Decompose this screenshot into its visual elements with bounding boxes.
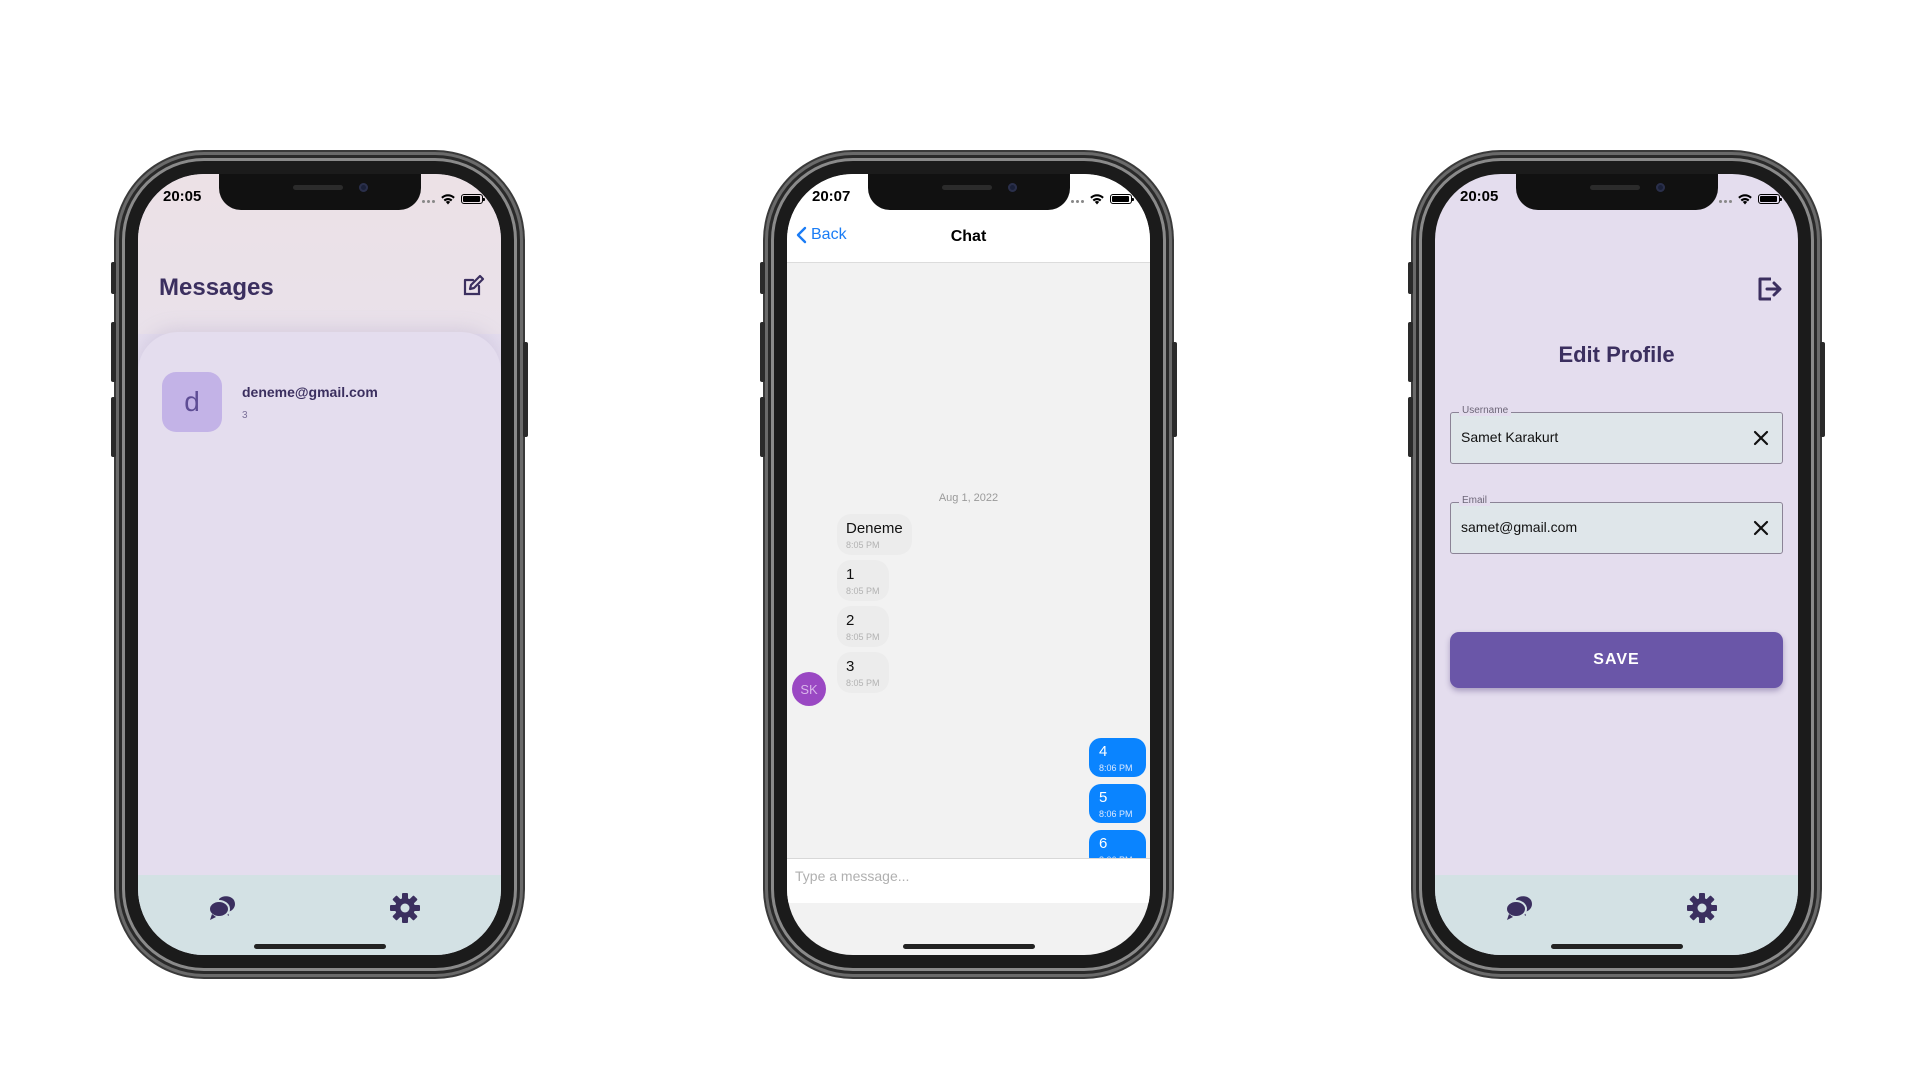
volume-up-button bbox=[1408, 322, 1413, 382]
signal-icon bbox=[420, 190, 435, 208]
tab-bar bbox=[1435, 875, 1798, 955]
wifi-icon bbox=[441, 194, 455, 205]
battery-icon bbox=[461, 194, 485, 204]
status-time: 20:05 bbox=[163, 188, 202, 205]
power-button bbox=[523, 342, 528, 437]
incoming-message[interactable]: 3 8:05 PM bbox=[837, 652, 889, 693]
message-text: 3 bbox=[846, 658, 855, 675]
wifi-icon bbox=[1738, 194, 1752, 205]
mute-switch bbox=[111, 262, 116, 294]
battery-icon bbox=[1758, 194, 1782, 204]
conversation-preview: 3 bbox=[242, 410, 248, 421]
message-text: 6 bbox=[1099, 835, 1108, 852]
mute-switch bbox=[760, 262, 765, 294]
conversation-email: deneme@gmail.com bbox=[242, 384, 378, 400]
volume-down-button bbox=[760, 397, 765, 457]
incoming-message[interactable]: 1 8:05 PM bbox=[837, 560, 889, 601]
field-label: Email bbox=[1459, 495, 1491, 506]
volume-down-button bbox=[1408, 397, 1413, 457]
outgoing-message[interactable]: 5 8:06 PM bbox=[1089, 784, 1146, 823]
outgoing-message[interactable]: 4 8:06 PM bbox=[1089, 738, 1146, 777]
username-input[interactable] bbox=[1461, 429, 1721, 445]
message-input[interactable] bbox=[793, 867, 1097, 885]
message-time: 8:05 PM bbox=[846, 540, 880, 550]
screen: 20:05 Edit Profile Username Email SAVE bbox=[1435, 174, 1798, 955]
logout-icon[interactable] bbox=[1754, 274, 1784, 304]
home-indicator[interactable] bbox=[253, 944, 386, 949]
notch bbox=[218, 174, 421, 210]
close-icon[interactable] bbox=[1752, 519, 1770, 537]
volume-up-button bbox=[111, 322, 116, 382]
incoming-message[interactable]: 2 8:05 PM bbox=[837, 606, 889, 647]
volume-down-button bbox=[111, 397, 116, 457]
page-title: Edit Profile bbox=[1558, 342, 1675, 367]
message-text: 5 bbox=[1099, 789, 1108, 806]
power-button bbox=[1172, 342, 1177, 437]
avatar[interactable]: SK bbox=[792, 672, 826, 706]
power-button bbox=[1820, 342, 1825, 437]
message-text: Deneme bbox=[846, 520, 903, 537]
message-text: 4 bbox=[1099, 743, 1108, 760]
message-time: 8:06 PM bbox=[1099, 809, 1133, 819]
screen: 20:07 Back Chat Aug 1, 2022 Deneme 8:05 … bbox=[787, 174, 1150, 955]
notch bbox=[1515, 174, 1718, 210]
incoming-message[interactable]: Deneme 8:05 PM bbox=[837, 514, 912, 555]
email-input[interactable] bbox=[1461, 519, 1721, 535]
nav-bar: Back Chat bbox=[787, 216, 1150, 263]
message-text: 2 bbox=[846, 612, 855, 629]
phone-chat: 20:07 Back Chat Aug 1, 2022 Deneme 8:05 … bbox=[760, 152, 1177, 977]
status-time: 20:05 bbox=[1460, 188, 1499, 205]
message-time: 8:05 PM bbox=[846, 586, 880, 596]
home-indicator[interactable] bbox=[1550, 944, 1683, 949]
screen: 20:05 Messages d deneme@gmail.com 3 bbox=[138, 174, 501, 955]
tab-bar bbox=[138, 875, 501, 955]
date-separator: Aug 1, 2022 bbox=[938, 492, 999, 504]
message-text: 1 bbox=[846, 566, 855, 583]
compose-icon[interactable] bbox=[461, 274, 485, 298]
field-label: Username bbox=[1459, 405, 1512, 416]
signal-icon bbox=[1717, 190, 1732, 208]
conversation-list: d deneme@gmail.com 3 bbox=[138, 332, 501, 877]
chat-bubbles-icon[interactable] bbox=[206, 891, 240, 925]
email-field: Email bbox=[1450, 495, 1783, 554]
wifi-icon bbox=[1090, 194, 1104, 205]
mute-switch bbox=[1408, 262, 1413, 294]
phone-profile: 20:05 Edit Profile Username Email SAVE bbox=[1408, 152, 1825, 977]
volume-up-button bbox=[760, 322, 765, 382]
list-item[interactable]: d deneme@gmail.com 3 bbox=[162, 372, 491, 432]
signal-icon bbox=[1069, 190, 1084, 208]
message-time: 8:05 PM bbox=[846, 678, 880, 688]
username-field: Username bbox=[1450, 405, 1783, 464]
avatar: d bbox=[162, 372, 222, 432]
gear-icon[interactable] bbox=[388, 891, 422, 925]
save-button[interactable]: SAVE bbox=[1450, 632, 1783, 688]
battery-icon bbox=[1110, 194, 1134, 204]
home-indicator[interactable] bbox=[902, 944, 1035, 949]
page-title: Chat bbox=[950, 228, 987, 245]
message-time: 8:05 PM bbox=[846, 632, 880, 642]
page-title: Messages bbox=[159, 274, 274, 301]
chat-bubbles-icon[interactable] bbox=[1503, 891, 1537, 925]
message-time: 8:06 PM bbox=[1099, 763, 1133, 773]
status-time: 20:07 bbox=[812, 188, 851, 205]
close-icon[interactable] bbox=[1752, 429, 1770, 447]
notch bbox=[867, 174, 1070, 210]
gear-icon[interactable] bbox=[1685, 891, 1719, 925]
message-composer bbox=[787, 858, 1150, 903]
phone-messages: 20:05 Messages d deneme@gmail.com 3 bbox=[111, 152, 528, 977]
